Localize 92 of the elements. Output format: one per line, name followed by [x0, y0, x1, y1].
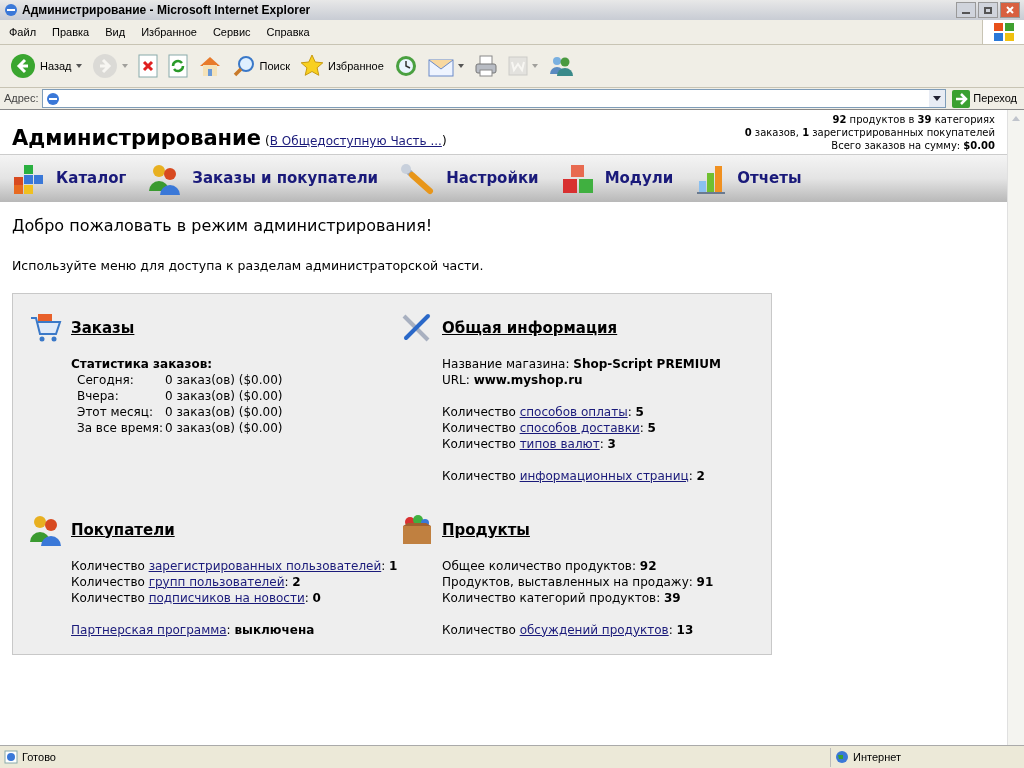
- public-link[interactable]: В Общедоступную Часть ...: [269, 134, 442, 148]
- globe-icon: [835, 750, 849, 764]
- section-heading[interactable]: Общая информация: [442, 316, 618, 339]
- restore-button[interactable]: [978, 2, 998, 18]
- zone-text: Интернет: [853, 749, 901, 765]
- stats-heading: Статистика заказов:: [71, 355, 214, 372]
- toolbar-button[interactable]: Избранное: [298, 54, 386, 78]
- summary-line: 0 заказов, 1 зарегистрированных покупателей: [744, 126, 995, 139]
- toolbar-button[interactable]: Назад: [8, 53, 84, 79]
- cart-icon: [29, 311, 63, 344]
- windows-flag-icon: [992, 22, 1015, 42]
- blocks-icon: [12, 162, 46, 195]
- welcome-heading: Добро пожаловать в режим администрирования!: [12, 215, 434, 237]
- info-line: Название магазина: Shop-Script PREMIUM: [442, 355, 722, 372]
- blocks-icon: [560, 162, 595, 195]
- box-icon: [400, 513, 434, 546]
- menu-item[interactable]: Сервис: [212, 23, 251, 41]
- stats-value: 0 заказ(ов) ($0.00): [165, 403, 283, 420]
- stats-label: Вчера:: [77, 387, 120, 404]
- info-link[interactable]: типов валют: [519, 436, 600, 451]
- scrollbar[interactable]: [1007, 110, 1024, 745]
- stop-icon: [137, 54, 158, 78]
- caret-icon: [457, 64, 464, 68]
- info-line: Количество групп пользователей: 2: [71, 573, 302, 590]
- status-text: Готово: [22, 749, 56, 765]
- intro-text: Используйте меню для доступа к разделам администраторской части.: [12, 257, 485, 275]
- info-line: Количество типов валют: 3: [442, 435, 617, 452]
- people-icon: [547, 54, 574, 78]
- summary-line: 92 продуктов в 39 категориях: [832, 113, 995, 126]
- info-line: Количество подписчиков на новости: 0: [71, 589, 322, 606]
- info-line: Продуктов, выставленных на продажу: 91: [442, 573, 715, 590]
- caret-icon: [75, 64, 82, 68]
- toolbar-button[interactable]: Поиск: [229, 54, 292, 78]
- info-link[interactable]: способов доставки: [519, 420, 640, 435]
- info-link[interactable]: обсуждений продуктов: [519, 622, 669, 637]
- nav-item[interactable]: Отчеты: [695, 162, 802, 195]
- stats-label: За все время:: [77, 419, 165, 436]
- document-icon: [507, 56, 528, 76]
- address-label: Адрес:: [4, 91, 39, 107]
- stats-value: 0 заказ(ов) ($0.00): [165, 419, 283, 436]
- up-arrow-icon: [1012, 116, 1020, 121]
- refresh-icon: [167, 54, 188, 78]
- minimize-button[interactable]: [956, 2, 976, 18]
- people-icon: [29, 513, 63, 546]
- menu-item[interactable]: Избранное: [141, 23, 197, 41]
- section-heading[interactable]: Заказы: [71, 316, 135, 339]
- info-line: Количество зарегистрированных пользователей: 1: [71, 557, 399, 574]
- menu-item[interactable]: Справка: [266, 23, 310, 41]
- info-line: Партнерская программа: выключена: [71, 621, 316, 638]
- close-button[interactable]: [1000, 2, 1020, 18]
- info-link[interactable]: подписчиков на новости: [148, 590, 305, 605]
- stats-value: 0 заказ(ов) ($0.00): [165, 371, 283, 388]
- section-heading[interactable]: Продукты: [442, 518, 530, 541]
- info-link[interactable]: способов оплаты: [519, 404, 628, 419]
- toolbar-button[interactable]: [135, 54, 160, 78]
- nav-item[interactable]: Заказы и покупатели: [148, 162, 379, 195]
- menu-item[interactable]: Вид: [105, 23, 126, 41]
- public-link-line: (В Общедоступную Часть ...): [265, 133, 447, 150]
- nav-item[interactable]: Каталог: [12, 162, 127, 195]
- nav-item[interactable]: Модули: [560, 162, 674, 195]
- page-title: Администрирование: [12, 125, 262, 152]
- info-line: Количество способов оплаты: 5: [442, 403, 645, 420]
- stats-label: Этот месяц:: [77, 403, 154, 420]
- info-line: Количество способов доставки: 5: [442, 419, 657, 436]
- search-icon: [231, 54, 256, 78]
- right-arrow-icon: [952, 89, 971, 108]
- info-link[interactable]: информационных страниц: [519, 468, 689, 483]
- toolbar-button[interactable]: [165, 54, 190, 78]
- star-icon: [300, 54, 324, 78]
- caret-icon: [121, 64, 128, 68]
- close-icon: [1006, 6, 1014, 14]
- info-link[interactable]: Партнерская программа: [71, 622, 227, 637]
- info-line: Количество обсуждений продуктов: 13: [442, 621, 695, 638]
- address-field[interactable]: [41, 89, 947, 108]
- info-line: Количество категорий продуктов: 39: [442, 589, 682, 606]
- nav-item[interactable]: Настройки: [400, 162, 539, 195]
- section-heading[interactable]: Покупатели: [71, 518, 175, 541]
- go-button[interactable]: Переход: [949, 89, 1020, 108]
- info-line: Количество информационных страниц: 2: [442, 467, 706, 484]
- menu-item[interactable]: Файл: [9, 23, 37, 41]
- people-icon: [148, 162, 183, 195]
- stats-value: 0 заказ(ов) ($0.00): [165, 387, 283, 404]
- history-icon: [393, 54, 418, 78]
- caret-icon: [531, 64, 538, 68]
- info-line: Общее количество продуктов: 92: [442, 557, 658, 574]
- menu-item[interactable]: Правка: [52, 23, 90, 41]
- info-line: URL: www.myshop.ru: [442, 371, 584, 388]
- printer-icon: [473, 54, 498, 78]
- stats-label: Сегодня:: [77, 371, 135, 388]
- caret-icon: [933, 96, 942, 101]
- window-title: Администрирование - Microsoft Internet Explorer: [22, 2, 311, 19]
- summary-line: Всего заказов на сумму: $0.00: [831, 139, 995, 152]
